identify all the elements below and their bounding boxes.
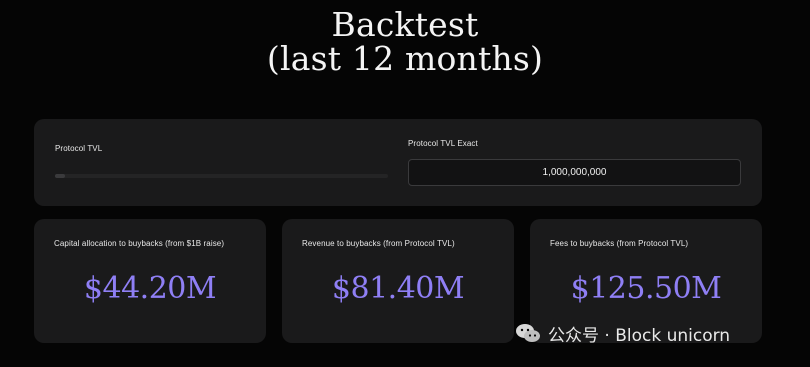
revenue-to-buybacks-value: $81.40M — [331, 271, 465, 306]
tvl-control-panel: Protocol TVL Protocol TVL Exact — [34, 119, 762, 238]
protocol-tvl-slider[interactable] — [55, 174, 388, 238]
fees-to-buybacks-label: Fees to buybacks (from Protocol TVL) — [550, 239, 689, 248]
revenue-to-buybacks-card: Revenue to buybacks (from Protocol TVL) … — [282, 219, 514, 343]
protocol-tvl-label: Protocol TVL — [55, 144, 103, 153]
capital-allocation-card: Capital allocation to buybacks (from $1B… — [34, 219, 266, 343]
protocol-tvl-exact-input[interactable] — [408, 159, 741, 186]
wechat-icon — [516, 324, 540, 342]
page-title-line-2: (last 12 months) — [266, 39, 544, 78]
fees-to-buybacks-value: $125.50M — [570, 271, 722, 306]
page-title: Backtest (last 12 months) — [0, 8, 810, 76]
protocol-tvl-exact-label: Protocol TVL Exact — [408, 139, 478, 148]
capital-allocation-label: Capital allocation to buybacks (from $1B… — [54, 239, 225, 248]
watermark: 公众号 · Block unicorn — [514, 322, 731, 346]
watermark-text: 公众号 · Block unicorn — [548, 325, 731, 346]
page-title-line-1: Backtest — [331, 5, 479, 44]
revenue-to-buybacks-label: Revenue to buybacks (from Protocol TVL) — [302, 239, 455, 248]
protocol-tvl-slider-fill — [55, 174, 65, 178]
capital-allocation-value: $44.20M — [83, 271, 217, 306]
